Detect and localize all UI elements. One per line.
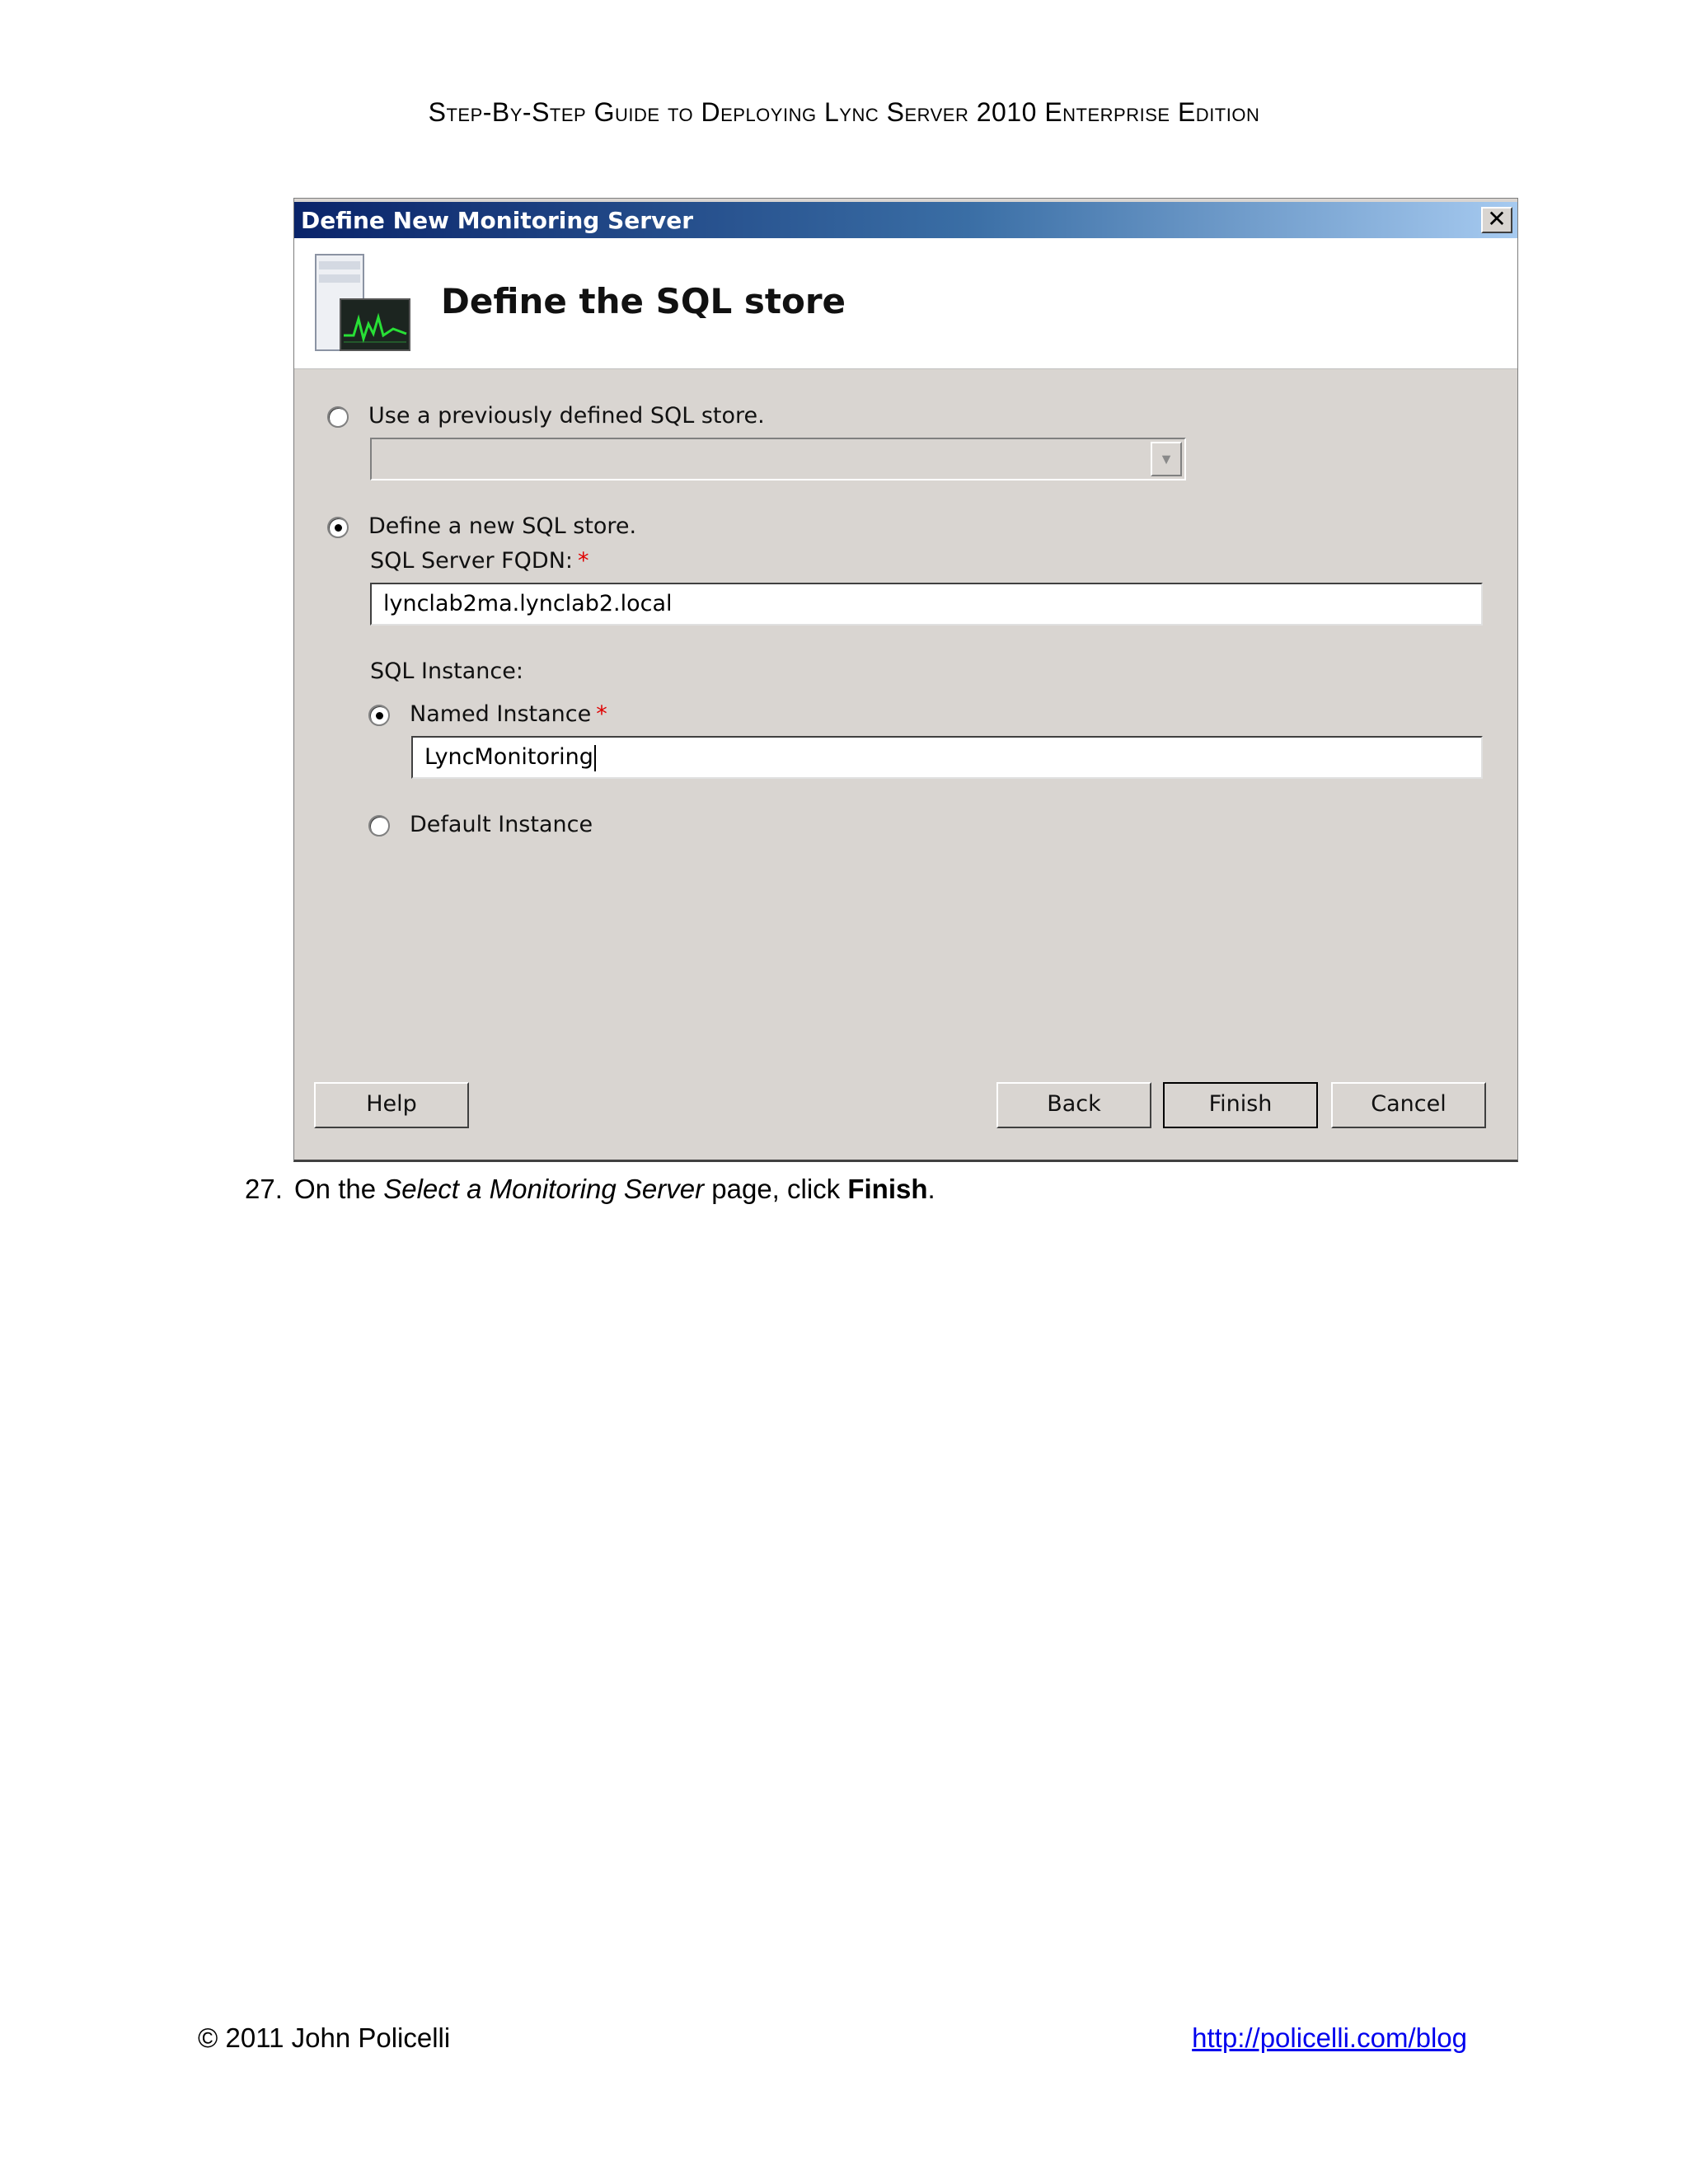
monitoring-server-icon bbox=[315, 254, 410, 351]
footer-link[interactable]: http://policelli.com/blog bbox=[1192, 2022, 1467, 2054]
cancel-button[interactable]: Cancel bbox=[1331, 1082, 1486, 1128]
step-page-name: Select a Monitoring Server bbox=[383, 1174, 705, 1204]
dialog-title: Define New Monitoring Server bbox=[301, 207, 694, 234]
step-action: Finish bbox=[847, 1174, 928, 1204]
named-instance-required-mark: * bbox=[596, 701, 607, 727]
define-new-store-radio[interactable] bbox=[327, 517, 349, 538]
use-previous-store-radio[interactable] bbox=[327, 406, 349, 428]
help-button[interactable]: Help bbox=[314, 1082, 469, 1128]
finish-button[interactable]: Finish bbox=[1163, 1082, 1318, 1128]
step-number: 27. bbox=[245, 1174, 283, 1204]
define-monitoring-server-dialog: Define New Monitoring Server ✕ Define th… bbox=[293, 198, 1518, 1162]
named-instance-input[interactable]: LyncMonitoring bbox=[411, 736, 1483, 779]
back-button[interactable]: Back bbox=[996, 1082, 1151, 1128]
text-caret bbox=[593, 744, 596, 771]
fqdn-label-text: SQL Server FQDN: bbox=[370, 548, 574, 574]
named-instance-label-text: Named Instance bbox=[410, 701, 592, 727]
previous-store-dropdown[interactable]: ▼ bbox=[370, 438, 1186, 480]
step-middle: page, click bbox=[704, 1174, 848, 1204]
use-previous-store-label: Use a previously defined SQL store. bbox=[368, 403, 765, 429]
fqdn-label: SQL Server FQDN: * bbox=[370, 548, 589, 574]
dropdown-arrow-icon[interactable]: ▼ bbox=[1151, 442, 1182, 476]
instruction-step: 27. On the Select a Monitoring Server pag… bbox=[245, 1174, 935, 1205]
wizard-banner: Define the SQL store bbox=[294, 238, 1517, 369]
default-instance-label: Default Instance bbox=[410, 812, 593, 837]
named-instance-radio[interactable] bbox=[368, 705, 390, 726]
sql-instance-label: SQL Instance: bbox=[370, 658, 523, 684]
define-new-store-label: Define a new SQL store. bbox=[368, 513, 637, 539]
title-bar[interactable]: Define New Monitoring Server ✕ bbox=[294, 202, 1517, 238]
step-suffix: . bbox=[927, 1174, 935, 1204]
page-heading: Define the SQL store bbox=[441, 281, 846, 321]
named-instance-label: Named Instance * bbox=[410, 701, 607, 727]
close-button[interactable]: ✕ bbox=[1481, 207, 1512, 233]
fqdn-required-mark: * bbox=[578, 548, 589, 574]
step-prefix: On the bbox=[294, 1174, 384, 1204]
document-header: Step-By-Step Guide to Deploying Lync Ser… bbox=[428, 97, 1260, 127]
default-instance-radio[interactable] bbox=[368, 815, 390, 837]
footer-copyright: © 2011 John Policelli bbox=[198, 2022, 451, 2053]
sql-server-fqdn-input[interactable]: lynclab2ma.lynclab2.local bbox=[370, 583, 1483, 626]
named-instance-value: LyncMonitoring bbox=[424, 744, 593, 770]
fqdn-value: lynclab2ma.lynclab2.local bbox=[383, 591, 673, 616]
close-icon: ✕ bbox=[1487, 205, 1507, 232]
